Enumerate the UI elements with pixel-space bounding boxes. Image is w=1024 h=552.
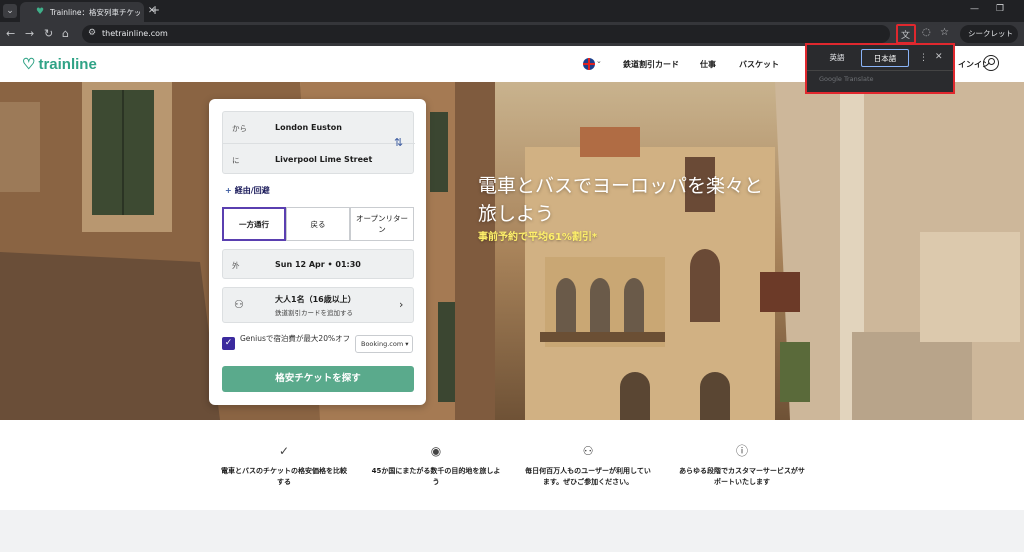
- passengers-field[interactable]: ⚇ 大人1名（16歳以上） 鉄道割引カードを追加する ›: [222, 287, 414, 323]
- trip-open-return[interactable]: オープンリターン: [350, 207, 414, 241]
- reload-icon[interactable]: ↻: [44, 27, 53, 40]
- feature-text: 電車とバスのチケットの格安価格を比較する: [221, 467, 347, 486]
- eye-slash-icon[interactable]: ◌: [922, 27, 931, 38]
- to-value: Liverpool Lime Street: [275, 155, 373, 164]
- features-section: ✓ 電車とバスのチケットの格安価格を比較する ◉ 45か国にまたがる数千の目的地…: [0, 420, 1024, 510]
- from-value: London Euston: [275, 123, 342, 132]
- booking-select[interactable]: Booking.com ▾: [355, 335, 413, 353]
- restore-icon[interactable]: ❐: [996, 4, 1004, 14]
- translate-popup: 英語 日本語 ⋮ ✕ Google Translate: [805, 43, 955, 94]
- back-icon[interactable]: ←: [6, 27, 15, 40]
- incognito-label: シークレット: [968, 29, 1013, 38]
- venice-buildings-image: [0, 82, 1024, 420]
- minimize-icon[interactable]: —: [970, 4, 979, 14]
- outbound-value: Sun 12 Apr • 01:30: [275, 260, 361, 269]
- search-card: から London Euston に Liverpool Lime Street…: [209, 99, 426, 405]
- divider: [807, 70, 953, 71]
- tab-title: Trainline：格安列車チケットの検索: [50, 8, 140, 17]
- site-info-icon[interactable]: ⚙: [88, 28, 96, 38]
- tab-search-button[interactable]: ⌄: [3, 4, 17, 18]
- passengers-icon: ⚇: [234, 298, 244, 311]
- outbound-date-field[interactable]: 外 Sun 12 Apr • 01:30: [222, 249, 414, 279]
- trip-one-way[interactable]: 一方通行: [222, 207, 286, 241]
- trip-type-tabs: 一方通行 戻る オープンリターン: [222, 207, 414, 241]
- uk-flag-icon[interactable]: [583, 58, 595, 70]
- to-field[interactable]: に Liverpool Lime Street: [223, 143, 415, 174]
- nav-basket[interactable]: バスケット: [739, 59, 779, 70]
- close-icon[interactable]: ✕: [935, 52, 943, 62]
- location-pin-icon: ◉: [430, 444, 442, 458]
- outbound-label: 外: [232, 261, 240, 270]
- genius-label: Geniusで宿泊費が最大20%オフ: [240, 334, 351, 343]
- feature-item: ⚇ 毎日何百万人ものユーザーが利用しています。ぜひご参加ください。: [522, 444, 654, 488]
- hero-subtitle: 事前予約で平均61%割引*: [478, 232, 598, 243]
- forward-icon[interactable]: →: [25, 27, 34, 40]
- check-badge-icon: ✓: [278, 444, 290, 458]
- hero-banner: 電車とバスでヨーロッパを楽々と旅しよう 事前予約で平均61%割引*: [0, 82, 1024, 420]
- feature-text: 毎日何百万人ものユーザーが利用しています。ぜひご参加ください。: [525, 467, 651, 486]
- browser-tab[interactable]: ♥ Trainline：格安列車チケットの検索 ✕: [20, 2, 156, 22]
- feature-item: ⓘ あらゆる段階でカスタマーサービスがサポートいたします: [676, 444, 808, 488]
- to-label: に: [232, 156, 240, 165]
- from-label: から: [232, 124, 247, 133]
- logo-text: trainline: [38, 56, 97, 73]
- station-inputs: から London Euston に Liverpool Lime Street…: [222, 111, 415, 174]
- nav-railcards[interactable]: 鉄道割引カード: [623, 59, 679, 70]
- passengers-main: 大人1名（16歳以上）: [275, 295, 356, 304]
- via-label: 経由/回避: [234, 186, 270, 195]
- translate-icon: 文: [901, 31, 911, 41]
- trainline-logo[interactable]: ♡ trainline: [22, 55, 97, 73]
- feature-text: 45か国にまたがる数千の目的地を旅しよう: [371, 467, 501, 486]
- search-tickets-button[interactable]: 格安チケットを探す: [222, 366, 414, 392]
- plus-icon: +: [225, 186, 232, 195]
- from-field[interactable]: から London Euston: [223, 112, 415, 143]
- url-text: thetrainline.com: [102, 29, 168, 38]
- translate-page-button[interactable]: 文: [896, 24, 916, 44]
- hero-title: 電車とバスでヨーロッパを楽々と旅しよう: [478, 175, 764, 225]
- translate-target-lang[interactable]: 日本語: [861, 49, 909, 67]
- translate-brand: Google Translate: [819, 75, 874, 83]
- url-input[interactable]: ⚙ thetrainline.com: [82, 25, 890, 43]
- account-icon[interactable]: [983, 55, 999, 71]
- feature-text: あらゆる段階でカスタマーサービスがサポートいたします: [679, 467, 805, 486]
- swap-stations-icon[interactable]: ⇅: [394, 136, 403, 149]
- passengers-sub: 鉄道割引カードを追加する: [275, 309, 353, 317]
- chevron-down-icon[interactable]: ⌄: [596, 57, 602, 65]
- translate-source-lang[interactable]: 英語: [819, 49, 855, 67]
- users-icon: ⚇: [582, 444, 594, 458]
- nav-business[interactable]: 仕事: [700, 59, 716, 70]
- page-footer-band: [0, 510, 1024, 552]
- home-icon[interactable]: ⌂: [62, 27, 69, 40]
- logo-heart-icon: ♡: [22, 56, 36, 73]
- bookmark-star-icon[interactable]: ☆: [940, 27, 949, 38]
- tab-strip: ⌄ ♥ Trainline：格安列車チケットの検索 ✕ + — ❐: [0, 0, 1024, 22]
- via-avoid-button[interactable]: + 経由/回避: [225, 185, 270, 196]
- feature-item: ◉ 45か国にまたがる数千の目的地を旅しよう: [370, 444, 502, 488]
- info-icon: ⓘ: [735, 444, 748, 458]
- trip-return[interactable]: 戻る: [286, 207, 350, 241]
- incognito-badge[interactable]: シークレット: [960, 25, 1018, 43]
- booking-select-value: Booking.com: [361, 340, 404, 348]
- chevron-right-icon: ›: [399, 298, 404, 311]
- genius-checkbox[interactable]: ✓: [222, 337, 235, 350]
- more-options-icon[interactable]: ⋮: [919, 53, 928, 63]
- feature-item: ✓ 電車とバスのチケットの格安価格を比較する: [218, 444, 350, 488]
- new-tab-icon[interactable]: +: [150, 3, 160, 17]
- trainline-favicon-icon: ♥: [36, 7, 45, 17]
